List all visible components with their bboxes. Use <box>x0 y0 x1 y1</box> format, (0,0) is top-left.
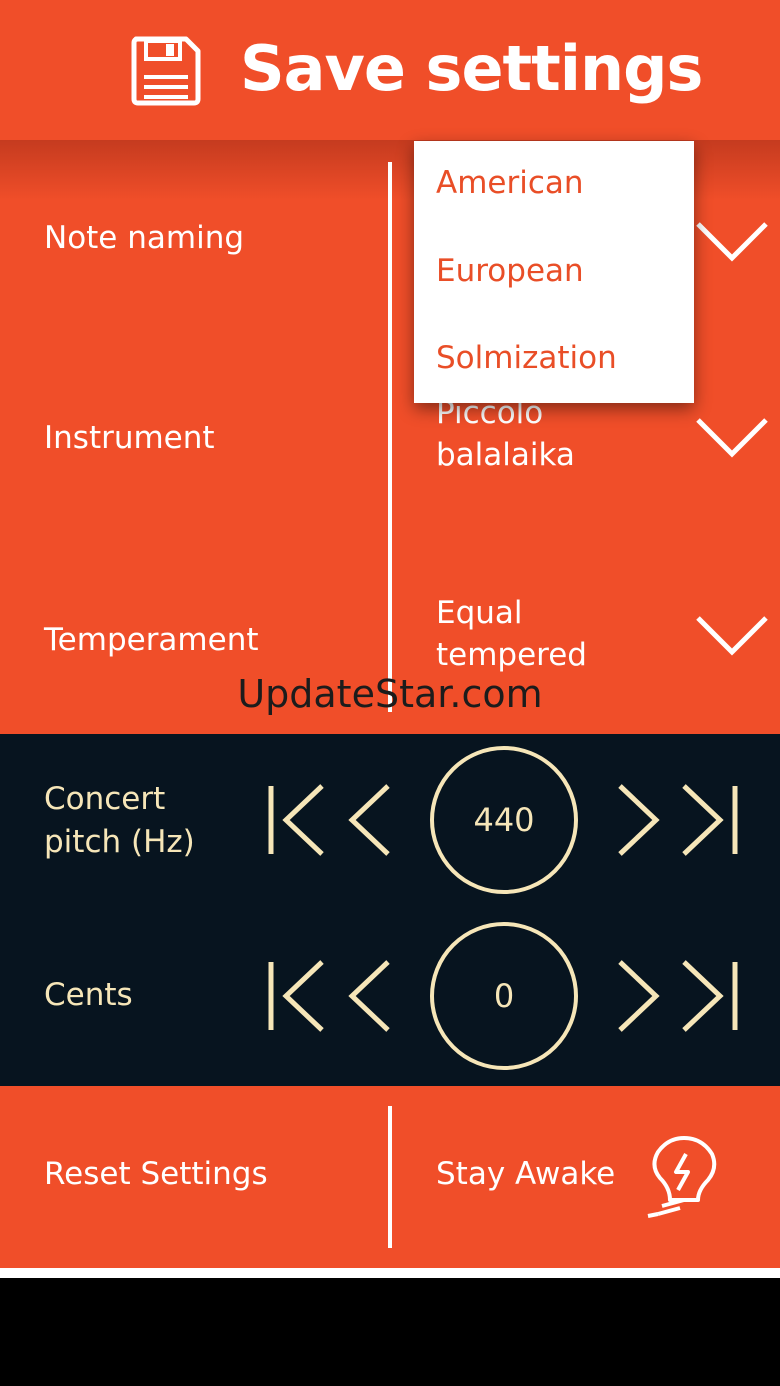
cents-label: Cents <box>44 977 133 1013</box>
chevron-down-icon[interactable] <box>694 614 770 658</box>
instrument-value[interactable]: Piccolo balalaika <box>436 392 575 476</box>
temperament-value-line2: tempered <box>436 637 587 673</box>
lightbulb-icon[interactable] <box>640 1134 724 1228</box>
concert-pitch-value[interactable]: 440 <box>430 746 578 894</box>
concert-pitch-label: Concert pitch (Hz) <box>44 778 195 864</box>
page-title[interactable]: Save settings <box>240 32 703 105</box>
temperament-label: Temperament <box>44 622 259 658</box>
header-bar: Save settings <box>0 0 780 140</box>
skip-back-icon[interactable] <box>264 956 328 1040</box>
dropdown-option-european[interactable]: European <box>436 253 584 289</box>
step-forward-icon[interactable] <box>614 956 666 1040</box>
floppy-disk-icon[interactable] <box>130 35 202 107</box>
step-forward-icon[interactable] <box>614 780 666 864</box>
watermark: UpdateStar.com <box>237 672 543 716</box>
footer-divider <box>388 1106 392 1248</box>
concert-pitch-label-line2: pitch (Hz) <box>44 824 195 860</box>
stay-awake-button[interactable]: Stay Awake <box>436 1156 615 1192</box>
column-divider <box>388 162 392 712</box>
instrument-label: Instrument <box>44 420 215 456</box>
note-naming-dropdown: American European Solmization <box>414 141 694 403</box>
skip-forward-icon[interactable] <box>678 956 742 1040</box>
tuning-panel: Concert pitch (Hz) 440 Cents 0 <box>0 734 780 1086</box>
temperament-value-line1: Equal <box>436 595 523 631</box>
dropdown-option-american[interactable]: American <box>436 165 584 201</box>
note-naming-label: Note naming <box>44 220 245 256</box>
step-back-icon[interactable] <box>342 780 394 864</box>
system-navigation-bar <box>0 1278 780 1386</box>
step-back-icon[interactable] <box>342 956 394 1040</box>
reset-settings-button[interactable]: Reset Settings <box>44 1156 268 1192</box>
cents-value[interactable]: 0 <box>430 922 578 1070</box>
skip-forward-icon[interactable] <box>678 780 742 864</box>
temperament-value[interactable]: Equal tempered <box>436 592 587 676</box>
dropdown-option-solmization[interactable]: Solmization <box>436 340 617 376</box>
chevron-down-icon[interactable] <box>694 220 770 264</box>
chevron-down-icon[interactable] <box>694 416 770 460</box>
skip-back-icon[interactable] <box>264 780 328 864</box>
instrument-value-line2: balalaika <box>436 437 575 473</box>
footer-bar: Reset Settings Stay Awake <box>0 1086 780 1268</box>
separator-strip <box>0 1268 780 1278</box>
concert-pitch-label-line1: Concert <box>44 781 166 817</box>
